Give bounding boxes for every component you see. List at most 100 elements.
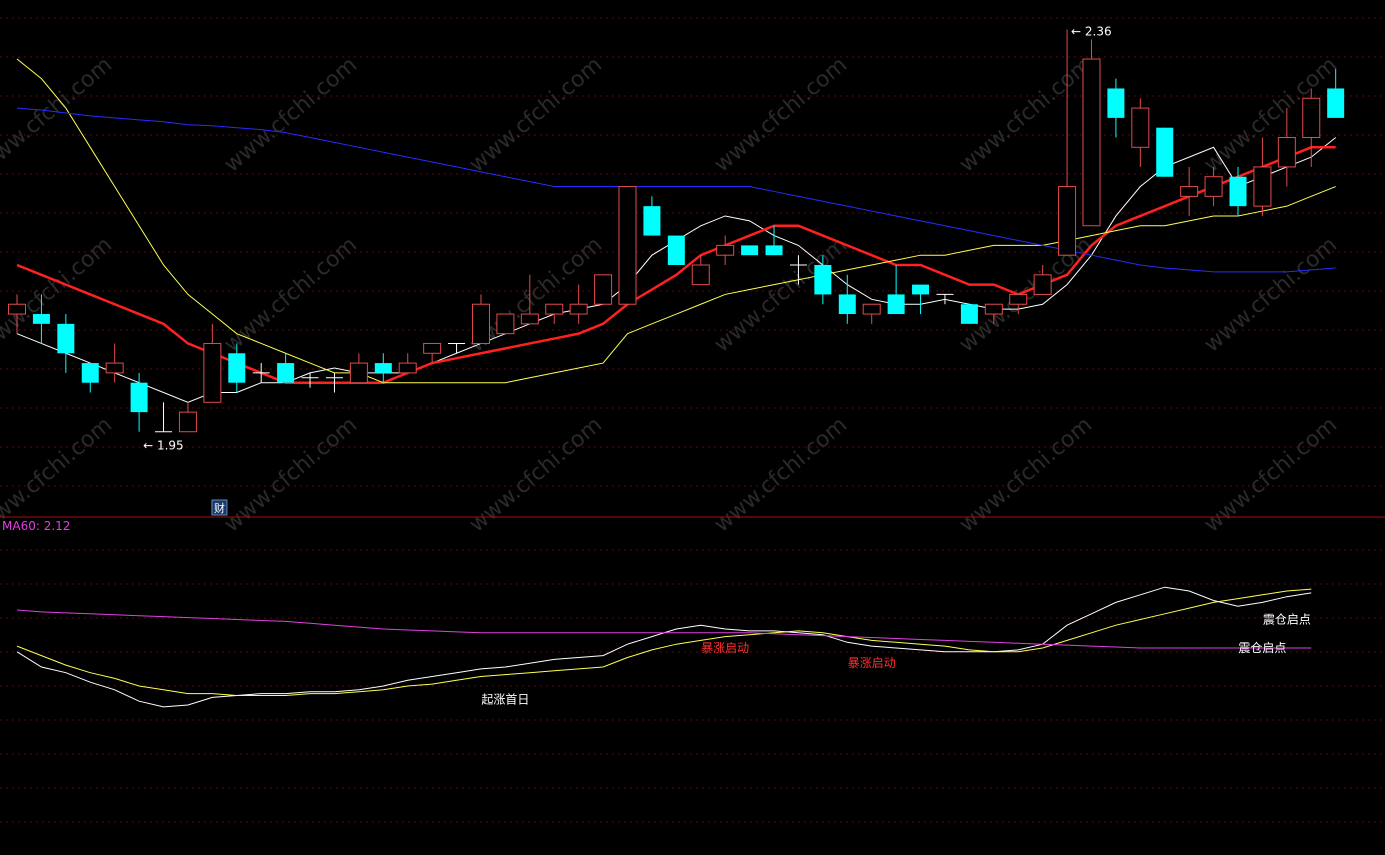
candle <box>716 235 735 265</box>
candle <box>374 353 392 383</box>
watermark-text: www.cfchi.com <box>1200 232 1342 357</box>
candle-body <box>1156 127 1174 177</box>
candle-body <box>471 303 490 344</box>
candle-body <box>178 411 197 433</box>
marker-label: 财 <box>214 501 225 515</box>
candle <box>1253 137 1272 216</box>
candle-body <box>1131 107 1150 148</box>
candle <box>448 342 466 354</box>
candle-body <box>1180 186 1199 197</box>
candle-body <box>1229 176 1247 207</box>
candle-body <box>8 303 26 315</box>
watermark-text: www.cfchi.com <box>465 412 607 537</box>
candle <box>1107 78 1125 138</box>
candle-body <box>716 244 735 256</box>
watermark-text: www.cfchi.com <box>220 232 362 357</box>
candle-body <box>1107 88 1125 118</box>
indicator-line <box>16 609 1312 649</box>
candle-body <box>862 303 881 315</box>
candle <box>545 303 564 324</box>
indicator-title: MA60: 2.12 <box>2 519 70 533</box>
candle-body <box>1033 274 1052 295</box>
grid-lines <box>0 17 1385 823</box>
candle <box>155 402 173 433</box>
indicator-line <box>16 588 1312 696</box>
candle <box>81 363 99 393</box>
candle <box>1156 127 1174 177</box>
candle-body <box>1327 88 1345 118</box>
candle <box>618 186 637 305</box>
signal-label: 起涨首日 <box>481 691 529 706</box>
candle-body <box>374 363 392 373</box>
candle <box>887 265 905 315</box>
high-price-label: ← 2.36 <box>1071 25 1112 39</box>
candle-body <box>1253 166 1272 207</box>
low-price-label: ← 1.95 <box>143 439 184 453</box>
candle <box>57 314 75 373</box>
candle <box>667 235 685 265</box>
candle-body <box>398 362 417 374</box>
signal-label: 震仓启点 <box>1238 641 1286 655</box>
candle-body <box>545 303 564 315</box>
candle-body <box>838 294 856 315</box>
watermark-text: www.cfchi.com <box>1200 412 1342 537</box>
candle-body <box>228 353 246 383</box>
candle-body <box>203 342 222 403</box>
candle-body <box>520 313 539 325</box>
candle-body <box>643 206 661 236</box>
candle <box>496 313 515 335</box>
candle-body <box>496 313 515 335</box>
candle <box>936 293 954 305</box>
candle-body <box>667 235 685 265</box>
candle <box>912 284 930 315</box>
candle <box>765 225 783 256</box>
candle-body <box>130 382 148 413</box>
watermark-text: www.cfchi.com <box>220 412 362 537</box>
signal-label: 暴涨启动 <box>848 655 896 670</box>
candle-body <box>765 245 783 256</box>
candle-body <box>1009 293 1028 305</box>
candle-body <box>1302 97 1321 139</box>
candle <box>203 323 222 403</box>
candle <box>741 245 759 256</box>
candle-body <box>349 362 368 384</box>
candle-body <box>423 342 442 354</box>
candle-body <box>1277 137 1296 168</box>
signal-label: 暴涨启动 <box>701 640 749 655</box>
candle-body <box>1204 176 1223 197</box>
candle-body <box>814 265 832 295</box>
candle-body <box>960 304 978 324</box>
candle-body <box>1082 58 1101 227</box>
candle <box>471 294 490 344</box>
candlestick-series <box>8 29 1345 433</box>
candle-body <box>984 303 1003 315</box>
candle <box>130 372 148 432</box>
candle <box>569 284 588 324</box>
watermark-text: www.cfchi.com <box>710 412 852 537</box>
candle <box>1302 88 1321 167</box>
candle-body <box>741 245 759 256</box>
stock-chart-stage: www.cfchi.com www.cfchi.com www.cfchi.com w… <box>0 17 1385 823</box>
candle <box>277 353 295 383</box>
candle <box>1082 39 1101 227</box>
candle <box>423 342 442 364</box>
indicator-annotations: 起涨首日暴涨启动暴涨启动震仓启点震仓启点 <box>481 613 1310 707</box>
candle <box>960 304 978 324</box>
candle-body <box>912 284 930 295</box>
watermark-text: www.cfchi.com <box>955 412 1097 537</box>
candle <box>594 274 613 305</box>
candle <box>643 196 661 236</box>
candle <box>349 353 368 384</box>
watermark-text: www.cfchi.com <box>220 52 362 177</box>
candle <box>838 274 856 324</box>
candle-body <box>105 362 124 374</box>
candle <box>105 343 124 383</box>
candle <box>1131 98 1150 167</box>
watermark-text: www.cfchi.com <box>710 52 852 177</box>
signal-label: 震仓启点 <box>1263 613 1311 627</box>
candle-body <box>32 314 50 324</box>
candle-body <box>569 303 588 315</box>
candle-body <box>887 294 905 315</box>
candle <box>178 402 197 433</box>
candle <box>398 353 417 374</box>
